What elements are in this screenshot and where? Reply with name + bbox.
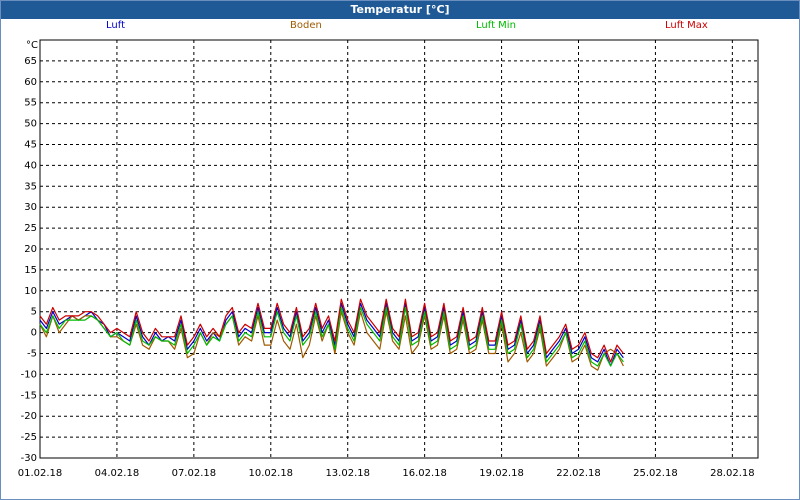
x-tick-label: 10.02.18 (249, 468, 294, 479)
x-tick-label: 19.02.18 (479, 468, 524, 479)
x-tick-label: 25.02.18 (633, 468, 678, 479)
y-tick-label: 10 (24, 286, 37, 297)
y-tick-label: 65 (24, 56, 37, 67)
y-tick-label: -30 (21, 453, 37, 464)
y-axis-unit-label: °C (26, 40, 38, 51)
temperature-chart: -30 -25 -20 -15 -10 -5 0 5 10 15 20 25 30 35 40 45 50 55 6… (18, 39, 759, 479)
y-tick-label: -20 (21, 411, 37, 422)
y-tick-label: 45 (24, 140, 37, 151)
y-tick-label: 25 (24, 223, 37, 234)
x-tick-label: 22.02.18 (556, 468, 601, 479)
plot-area (39, 39, 759, 459)
y-tick-label: 35 (24, 181, 37, 192)
y-tick-label: 5 (31, 307, 37, 318)
y-tick-label: -10 (21, 369, 37, 380)
y-tick-label: -25 (21, 432, 37, 443)
y-tick-label: 30 (24, 202, 37, 213)
y-tick-label: 15 (24, 265, 37, 276)
x-tick-label: 13.02.18 (325, 468, 370, 479)
y-tick-label: 55 (24, 98, 37, 109)
x-tick-label: 07.02.18 (172, 468, 217, 479)
y-tick-label: -15 (21, 390, 37, 401)
x-tick-label: 04.02.18 (95, 468, 140, 479)
x-tick-label: 16.02.18 (402, 468, 447, 479)
y-tick-label: 60 (24, 77, 37, 88)
x-tick-label: 28.02.18 (710, 468, 755, 479)
y-tick-label: 20 (24, 244, 37, 255)
y-tick-label: 0 (31, 328, 37, 339)
x-tick-label: 01.02.18 (18, 468, 63, 479)
y-tick-label: 40 (24, 160, 37, 171)
y-tick-label: 50 (24, 119, 37, 130)
chart-grid (39, 39, 759, 459)
y-tick-label: -5 (27, 349, 37, 360)
